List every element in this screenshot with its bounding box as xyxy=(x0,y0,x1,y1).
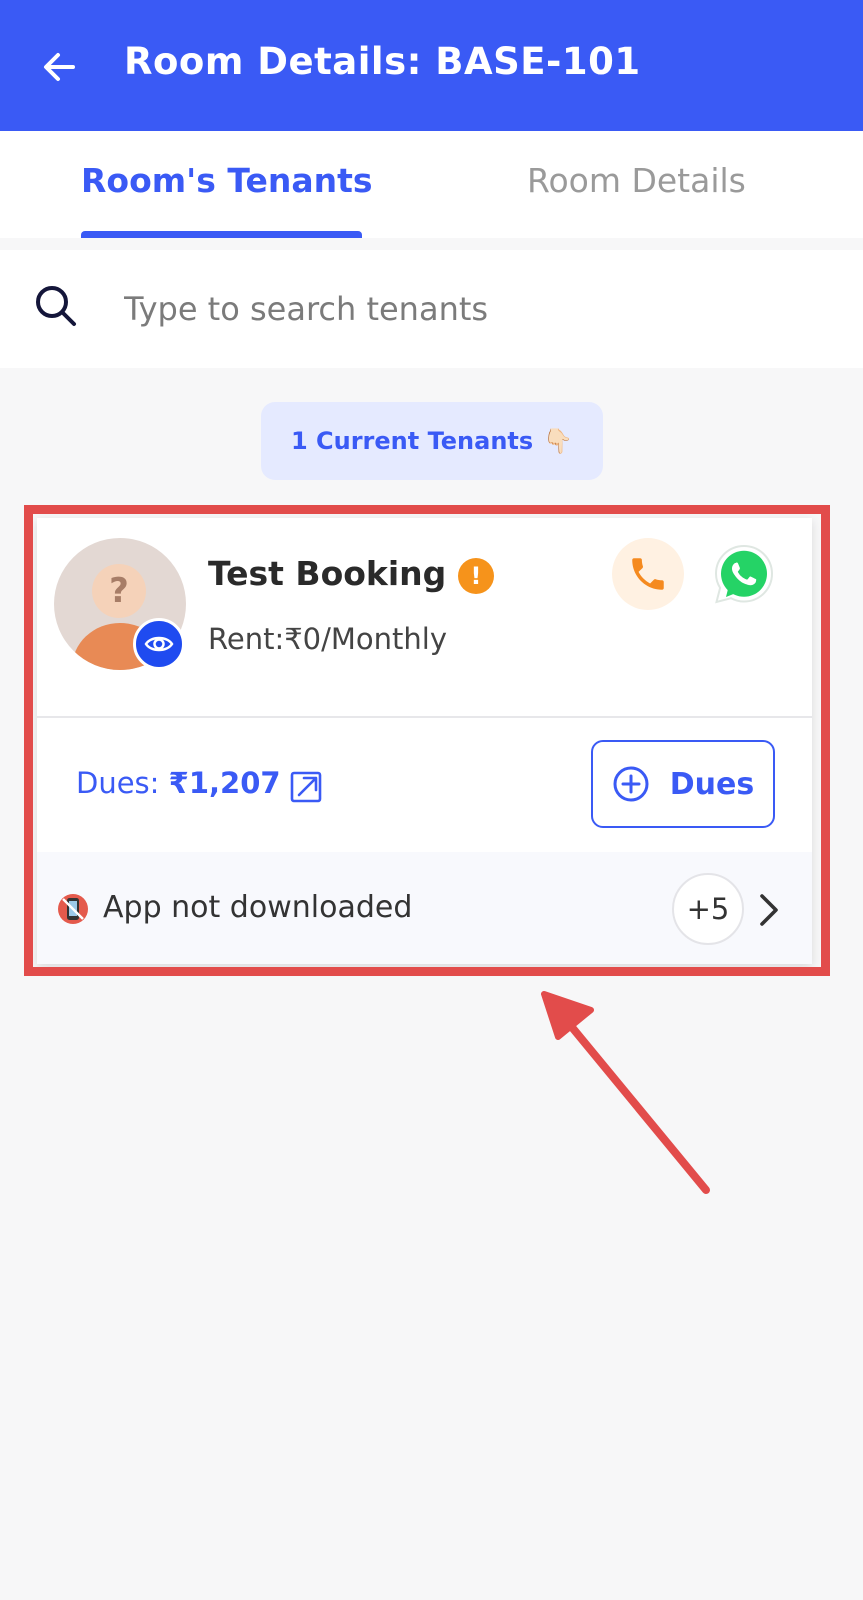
app-status: App not downloaded xyxy=(103,890,413,925)
rent-value: ₹0/Monthly xyxy=(284,622,448,656)
pointing-down-icon: 👇🏻 xyxy=(543,427,574,455)
tenant-name[interactable]: Test Booking xyxy=(208,554,446,593)
app-bar: Room Details: BASE-101 xyxy=(0,0,863,131)
tenant-rent: Rent:₹0/Monthly xyxy=(208,622,447,656)
phone-icon xyxy=(632,558,664,590)
add-dues-button[interactable]: Dues xyxy=(591,740,775,828)
back-button[interactable] xyxy=(36,44,82,90)
plus-circle-icon xyxy=(613,766,649,802)
view-profile-button[interactable] xyxy=(133,618,185,670)
dues-label: Dues: xyxy=(76,766,160,800)
active-tab-indicator xyxy=(81,231,362,238)
add-dues-label: Dues xyxy=(669,766,755,802)
tab-room-details[interactable]: Room Details xyxy=(527,161,746,200)
current-tenants-label: 1 Current Tenants xyxy=(290,427,534,455)
whatsapp-icon xyxy=(714,544,774,604)
call-button[interactable] xyxy=(612,538,684,610)
back-arrow-icon xyxy=(44,53,75,81)
avatar-placeholder-icon: ? xyxy=(92,564,146,618)
eye-icon xyxy=(144,636,174,652)
open-external-icon[interactable] xyxy=(289,768,325,804)
dues-summary[interactable]: Dues: ₹1,207 xyxy=(76,766,281,800)
chevron-right-icon[interactable] xyxy=(756,892,782,928)
dues-amount: ₹1,207 xyxy=(168,766,281,800)
app-not-downloaded-icon xyxy=(58,894,88,924)
page-title: Room Details: BASE-101 xyxy=(124,40,641,83)
search-input[interactable] xyxy=(122,278,826,340)
more-info-badge[interactable]: +5 xyxy=(672,873,744,945)
rent-label: Rent: xyxy=(208,622,285,656)
search-bar xyxy=(0,250,863,368)
tab-bar: Room's Tenants Room Details xyxy=(0,131,863,238)
search-icon xyxy=(36,286,76,326)
card-divider xyxy=(37,716,812,718)
tab-rooms-tenants[interactable]: Room's Tenants xyxy=(81,161,373,200)
whatsapp-button[interactable] xyxy=(708,538,780,610)
warning-icon[interactable]: ! xyxy=(458,558,494,594)
current-tenants-chip: 1 Current Tenants 👇🏻 xyxy=(261,402,603,480)
